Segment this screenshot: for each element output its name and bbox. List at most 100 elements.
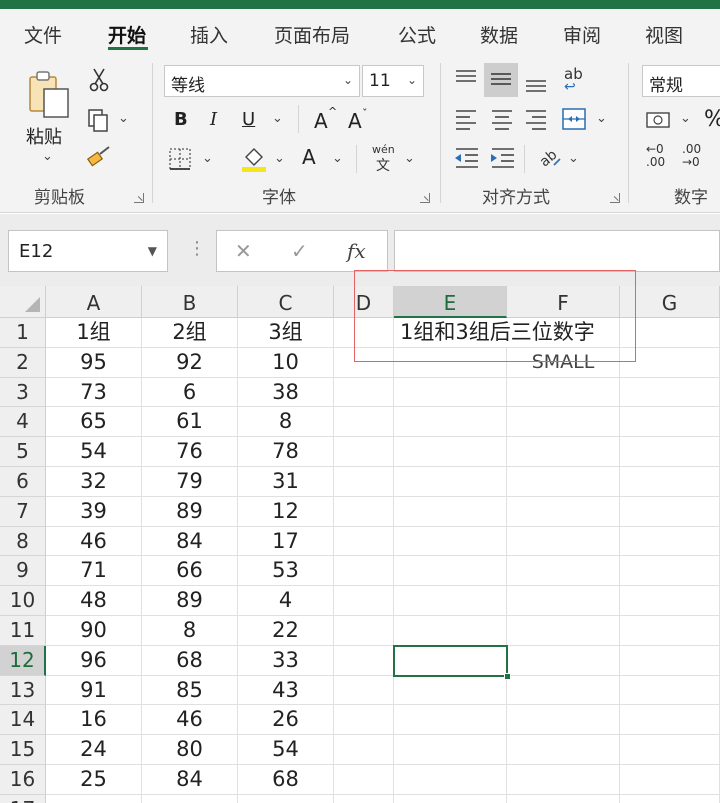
select-all-button[interactable] bbox=[0, 286, 46, 318]
accounting-format-icon[interactable] bbox=[644, 107, 674, 133]
cell-f12[interactable] bbox=[507, 645, 620, 676]
fill-color-icon[interactable] bbox=[240, 143, 268, 173]
cell-e2[interactable] bbox=[394, 347, 507, 378]
cell-f10[interactable] bbox=[507, 586, 620, 616]
format-painter-icon[interactable] bbox=[86, 145, 112, 169]
copy-dropdown-icon[interactable]: ⌄ bbox=[118, 111, 129, 126]
cell-g7[interactable] bbox=[620, 496, 720, 527]
cell-d9[interactable] bbox=[334, 556, 394, 587]
cell-d15[interactable] bbox=[334, 735, 394, 765]
row-header-16[interactable]: 16 bbox=[0, 765, 46, 795]
name-box[interactable]: E12 ▼ bbox=[8, 230, 168, 272]
cell-a10[interactable]: 48 bbox=[46, 586, 142, 616]
cell-f4[interactable] bbox=[507, 407, 620, 438]
cell-b15[interactable]: 80 bbox=[142, 735, 238, 765]
cell-a12[interactable]: 96 bbox=[46, 645, 142, 676]
cell-c12[interactable]: 33 bbox=[238, 645, 334, 676]
cell-d14[interactable] bbox=[334, 705, 394, 736]
cell-a9[interactable]: 71 bbox=[46, 556, 142, 587]
cell-f2[interactable]: SMALL bbox=[507, 347, 620, 378]
column-header-f[interactable]: F bbox=[507, 286, 620, 318]
cell-c17[interactable] bbox=[238, 794, 334, 803]
cell-c13[interactable]: 43 bbox=[238, 675, 334, 706]
cell-d2[interactable] bbox=[334, 347, 394, 378]
cell-d1[interactable] bbox=[334, 318, 394, 348]
cell-d10[interactable] bbox=[334, 586, 394, 616]
cell-f13[interactable] bbox=[507, 675, 620, 706]
cell-g12[interactable] bbox=[620, 645, 720, 676]
alignment-dialog-launcher-icon[interactable] bbox=[610, 193, 620, 203]
cell-f9[interactable] bbox=[507, 556, 620, 587]
cell-e10[interactable] bbox=[394, 586, 507, 616]
column-header-e[interactable]: E bbox=[394, 286, 507, 318]
cell-g1[interactable] bbox=[620, 318, 720, 348]
cell-a6[interactable]: 32 bbox=[46, 467, 142, 497]
cell-e9[interactable] bbox=[394, 556, 507, 587]
cell-e14[interactable] bbox=[394, 705, 507, 736]
cell-g8[interactable] bbox=[620, 526, 720, 557]
cell-a8[interactable]: 46 bbox=[46, 526, 142, 557]
cell-f8[interactable] bbox=[507, 526, 620, 557]
tab-review[interactable]: 审阅 bbox=[563, 21, 601, 48]
cell-g11[interactable] bbox=[620, 616, 720, 646]
cell-a11[interactable]: 90 bbox=[46, 616, 142, 646]
cell-e15[interactable] bbox=[394, 735, 507, 765]
cell-b3[interactable]: 6 bbox=[142, 377, 238, 408]
merge-dropdown-icon[interactable]: ⌄ bbox=[596, 111, 607, 126]
cell-b7[interactable]: 89 bbox=[142, 496, 238, 527]
align-left-icon[interactable] bbox=[452, 107, 480, 133]
cell-a16[interactable]: 25 bbox=[46, 765, 142, 795]
cell-a17[interactable] bbox=[46, 794, 142, 803]
cell-e4[interactable] bbox=[394, 407, 507, 438]
cell-c1[interactable]: 3组 bbox=[238, 318, 334, 348]
row-header-14[interactable]: 14 bbox=[0, 705, 46, 736]
cell-g10[interactable] bbox=[620, 586, 720, 616]
borders-icon[interactable] bbox=[168, 147, 194, 171]
font-dialog-launcher-icon[interactable] bbox=[420, 193, 430, 203]
cell-b14[interactable]: 46 bbox=[142, 705, 238, 736]
align-middle-button[interactable] bbox=[484, 63, 518, 97]
cell-f16[interactable] bbox=[507, 765, 620, 795]
cell-f5[interactable] bbox=[507, 437, 620, 467]
accounting-dropdown-icon[interactable]: ⌄ bbox=[680, 111, 691, 126]
cell-a14[interactable]: 16 bbox=[46, 705, 142, 736]
cell-d6[interactable] bbox=[334, 467, 394, 497]
cell-d4[interactable] bbox=[334, 407, 394, 438]
cell-a1[interactable]: 1组 bbox=[46, 318, 142, 348]
cell-c3[interactable]: 38 bbox=[238, 377, 334, 408]
cell-c4[interactable]: 8 bbox=[238, 407, 334, 438]
cell-g5[interactable] bbox=[620, 437, 720, 467]
cell-e11[interactable] bbox=[394, 616, 507, 646]
cell-a5[interactable]: 54 bbox=[46, 437, 142, 467]
column-header-g[interactable]: G bbox=[620, 286, 720, 318]
cell-g16[interactable] bbox=[620, 765, 720, 795]
cell-e3[interactable] bbox=[394, 377, 507, 408]
cell-f7[interactable] bbox=[507, 496, 620, 527]
row-header-6[interactable]: 6 bbox=[0, 467, 46, 497]
cell-b17[interactable] bbox=[142, 794, 238, 803]
cell-b5[interactable]: 76 bbox=[142, 437, 238, 467]
borders-dropdown-icon[interactable]: ⌄ bbox=[202, 151, 213, 166]
row-header-8[interactable]: 8 bbox=[0, 526, 46, 557]
number-format-select[interactable]: 常规 bbox=[642, 65, 720, 97]
cell-g4[interactable] bbox=[620, 407, 720, 438]
cell-a7[interactable]: 39 bbox=[46, 496, 142, 527]
orientation-dropdown-icon[interactable]: ⌄ bbox=[568, 151, 579, 166]
cell-f14[interactable] bbox=[507, 705, 620, 736]
fill-handle[interactable] bbox=[504, 672, 511, 680]
cell-d7[interactable] bbox=[334, 496, 394, 527]
row-header-10[interactable]: 10 bbox=[0, 586, 46, 616]
cell-e8[interactable] bbox=[394, 526, 507, 557]
increase-font-size-button[interactable]: A bbox=[314, 109, 328, 133]
bold-button[interactable]: B bbox=[174, 109, 188, 130]
formula-bar-grip-icon[interactable]: ⋮ bbox=[188, 238, 206, 259]
orientation-icon[interactable]: ab bbox=[536, 143, 564, 171]
cell-a13[interactable]: 91 bbox=[46, 675, 142, 706]
row-header-9[interactable]: 9 bbox=[0, 556, 46, 587]
row-header-13[interactable]: 13 bbox=[0, 675, 46, 706]
cell-b11[interactable]: 8 bbox=[142, 616, 238, 646]
column-header-b[interactable]: B bbox=[142, 286, 238, 318]
decrease-font-size-button[interactable]: A bbox=[348, 109, 362, 133]
cell-e7[interactable] bbox=[394, 496, 507, 527]
name-box-dropdown-icon[interactable]: ▼ bbox=[148, 244, 157, 258]
